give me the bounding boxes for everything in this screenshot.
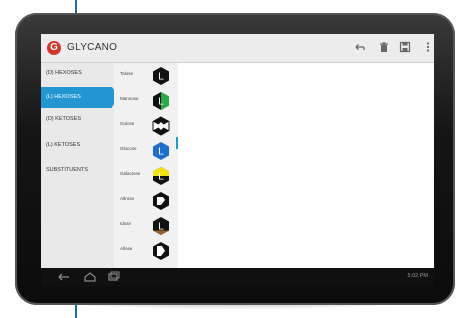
mannose-hexagon-icon: L [153,92,169,110]
gulose-hexagon-icon [152,116,170,136]
svg-text:L: L [158,147,164,158]
altrose-hexagon-icon [153,192,169,210]
list-item-talose[interactable]: Talose L [114,63,177,88]
talose-hexagon-icon: L [153,67,169,85]
svg-text:L: L [158,97,164,108]
list-item-label: Talose [120,71,134,76]
list-item-gulose[interactable]: Gulose [114,113,177,138]
list-item-idose[interactable]: Idose L [114,213,177,238]
svg-text:L: L [158,72,164,83]
svg-text:L: L [158,172,164,183]
list-item-label: Altrose [120,196,135,201]
list-item-label: Glucose [120,146,137,151]
list-item-label: Allose [120,246,133,251]
home-icon[interactable] [83,271,97,287]
app-title: GLYCANO [67,42,118,53]
list-item-label: Gulose [120,121,135,126]
category-sidebar: (D) HEXOSES (L) HEXOSES (D) KETOSES (L) … [41,63,119,268]
list-item-label: Galactose [120,171,141,176]
glucose-hexagon-icon: L [153,142,169,160]
list-item-glucose[interactable]: Glucose L [114,138,177,163]
list-item-allose[interactable]: Allose [114,238,177,263]
callout-line-top [75,0,77,14]
sidebar-item-l-hexoses[interactable]: (L) HEXOSES [41,87,119,108]
list-item-altrose[interactable]: Altrose [114,188,177,213]
overflow-menu-icon[interactable] [421,41,434,55]
allose-hexagon-icon [153,242,169,260]
sidebar-item-d-hexoses[interactable]: (D) HEXOSES [46,70,82,76]
system-navigation-bar: 5:02 PM [41,268,434,287]
list-item-label: Idose [120,221,132,226]
idose-hexagon-icon: L [153,217,169,235]
undo-icon[interactable] [353,41,367,55]
list-item-mannose[interactable]: Mannose L [114,88,177,113]
galactose-hexagon-icon: L [153,167,169,185]
callout-line-bottom [75,305,77,318]
monosaccharide-list: Talose L Mannose L Gulose Glucose L Gala… [114,63,177,268]
status-clock: 5:02 PM [407,273,428,279]
action-bar: G GLYCANO [41,34,434,63]
tablet-screen: G GLYCANO (D) HEXOSES (L) HEXOSES (D) KE… [41,34,434,287]
list-item-galactose[interactable]: Galactose L [114,163,177,188]
sidebar-item-l-ketoses[interactable]: (L) KETOSES [46,142,80,148]
svg-text:L: L [158,222,164,233]
app-logo-icon: G [47,41,61,55]
back-icon[interactable] [57,271,71,287]
recent-apps-icon[interactable] [107,271,121,287]
drawing-canvas[interactable] [178,63,434,268]
save-icon[interactable] [398,41,412,55]
sidebar-item-substituents[interactable]: SUBSTITUENTS [46,167,88,173]
list-item-label: Mannose [120,96,139,101]
sidebar-item-d-ketoses[interactable]: (D) KETOSES [46,116,81,122]
trash-icon[interactable] [377,41,391,55]
